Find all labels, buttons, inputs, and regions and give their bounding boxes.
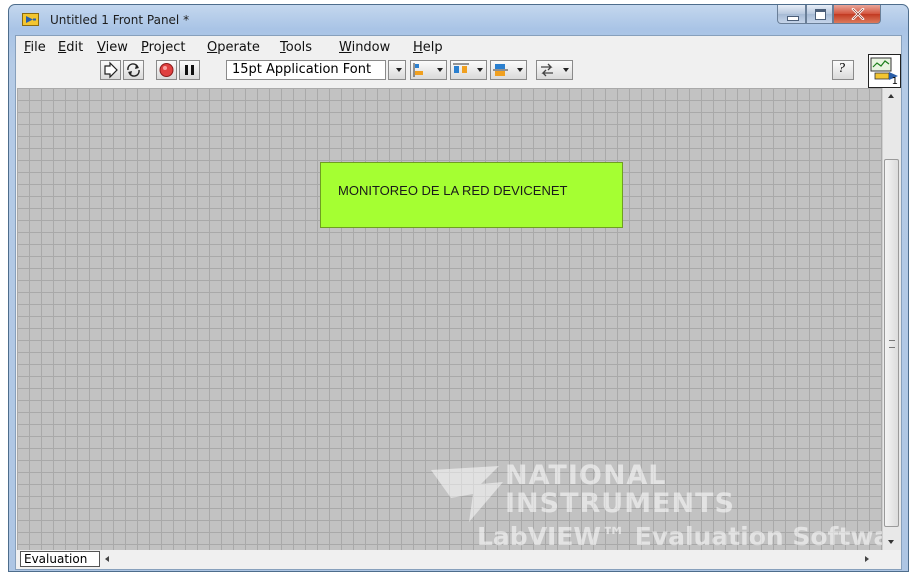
font-select-value: 15pt Application Font: [232, 62, 372, 77]
scroll-down-arrow-icon[interactable]: [888, 540, 894, 544]
menu-tools[interactable]: Tools: [280, 40, 312, 55]
minimize-icon: [787, 16, 799, 21]
watermark-line-3: LabVIEW™ Evaluation Software: [477, 522, 882, 550]
reorder-icon: [541, 63, 553, 77]
chevron-down-icon: [437, 68, 443, 72]
evaluation-tab-label: Evaluation: [24, 552, 88, 566]
menu-project[interactable]: Project: [141, 40, 186, 55]
resize-objects-button[interactable]: [490, 60, 527, 80]
chevron-down-icon: [563, 68, 569, 72]
scroll-left-arrow-icon[interactable]: [105, 556, 109, 562]
menu-view[interactable]: View: [97, 40, 128, 55]
pause-icon: [185, 65, 194, 75]
menu-window[interactable]: Window: [339, 40, 390, 55]
align-objects-button[interactable]: [410, 60, 447, 80]
run-arrow-icon: [104, 61, 118, 79]
scroll-grip-icon: [889, 340, 895, 348]
run-button[interactable]: [100, 60, 121, 80]
close-icon: [851, 8, 865, 20]
close-button[interactable]: [833, 5, 881, 24]
distribute-objects-button[interactable]: [450, 60, 487, 80]
stop-icon: [159, 63, 174, 77]
distribute-objects-icon: [453, 63, 469, 73]
vertical-scrollbar[interactable]: [882, 88, 901, 550]
menu-help[interactable]: Help: [413, 40, 443, 55]
vi-icon-number: 1: [891, 76, 898, 87]
chevron-down-icon: [517, 68, 523, 72]
front-panel-canvas[interactable]: MONITOREO DE LA RED DEVICENET NATIONAL I…: [17, 88, 882, 550]
ni-eagle-logo: [431, 466, 503, 522]
vi-connector-icon[interactable]: 1: [868, 54, 901, 88]
vertical-scroll-thumb[interactable]: [884, 159, 899, 527]
title-label-text: MONITOREO DE LA RED DEVICENET: [338, 183, 568, 198]
menu-edit[interactable]: Edit: [58, 40, 83, 55]
bottom-bar: Evaluation: [16, 550, 901, 569]
align-objects-icon: [413, 63, 423, 77]
evaluation-tab[interactable]: Evaluation: [20, 551, 100, 567]
maximize-icon: [815, 9, 826, 20]
menu-bar: File Edit View Project Operate Tools Win…: [16, 39, 846, 57]
scroll-up-arrow-icon[interactable]: [888, 94, 894, 98]
minimize-button[interactable]: [777, 5, 806, 24]
front-panel-client: File Edit View Project Operate Tools Win…: [15, 35, 902, 570]
pause-button[interactable]: [179, 60, 200, 80]
font-select-dropdown-button[interactable]: [388, 60, 406, 80]
reorder-button[interactable]: [536, 60, 573, 80]
title-bar[interactable]: Untitled 1 Front Panel *: [9, 5, 908, 31]
chevron-down-icon: [396, 68, 402, 72]
help-icon: ?: [838, 61, 845, 76]
abort-button[interactable]: [156, 60, 177, 80]
evaluation-watermark: NATIONAL INSTRUMENTS LabVIEW™ Evaluation…: [429, 460, 882, 550]
maximize-button[interactable]: [806, 5, 833, 24]
context-help-button[interactable]: ?: [832, 60, 854, 80]
window-title: Untitled 1 Front Panel *: [50, 13, 190, 27]
watermark-line-2: INSTRUMENTS: [505, 488, 735, 519]
chevron-down-icon: [477, 68, 483, 72]
application-window: Untitled 1 Front Panel * File Edit View …: [8, 4, 909, 572]
menu-operate[interactable]: Operate: [207, 40, 260, 55]
resize-objects-icon: [493, 64, 508, 76]
toolbar: 15pt Application Font ?: [16, 58, 901, 84]
labview-app-icon[interactable]: [22, 13, 39, 26]
title-label-box[interactable]: MONITOREO DE LA RED DEVICENET: [320, 162, 623, 228]
run-continuously-icon: [127, 63, 140, 77]
menu-file[interactable]: File: [24, 40, 46, 55]
font-select[interactable]: 15pt Application Font: [226, 60, 386, 80]
scroll-right-arrow-icon[interactable]: [865, 556, 869, 562]
watermark-line-1: NATIONAL: [505, 460, 667, 491]
run-continuously-button[interactable]: [123, 60, 144, 80]
